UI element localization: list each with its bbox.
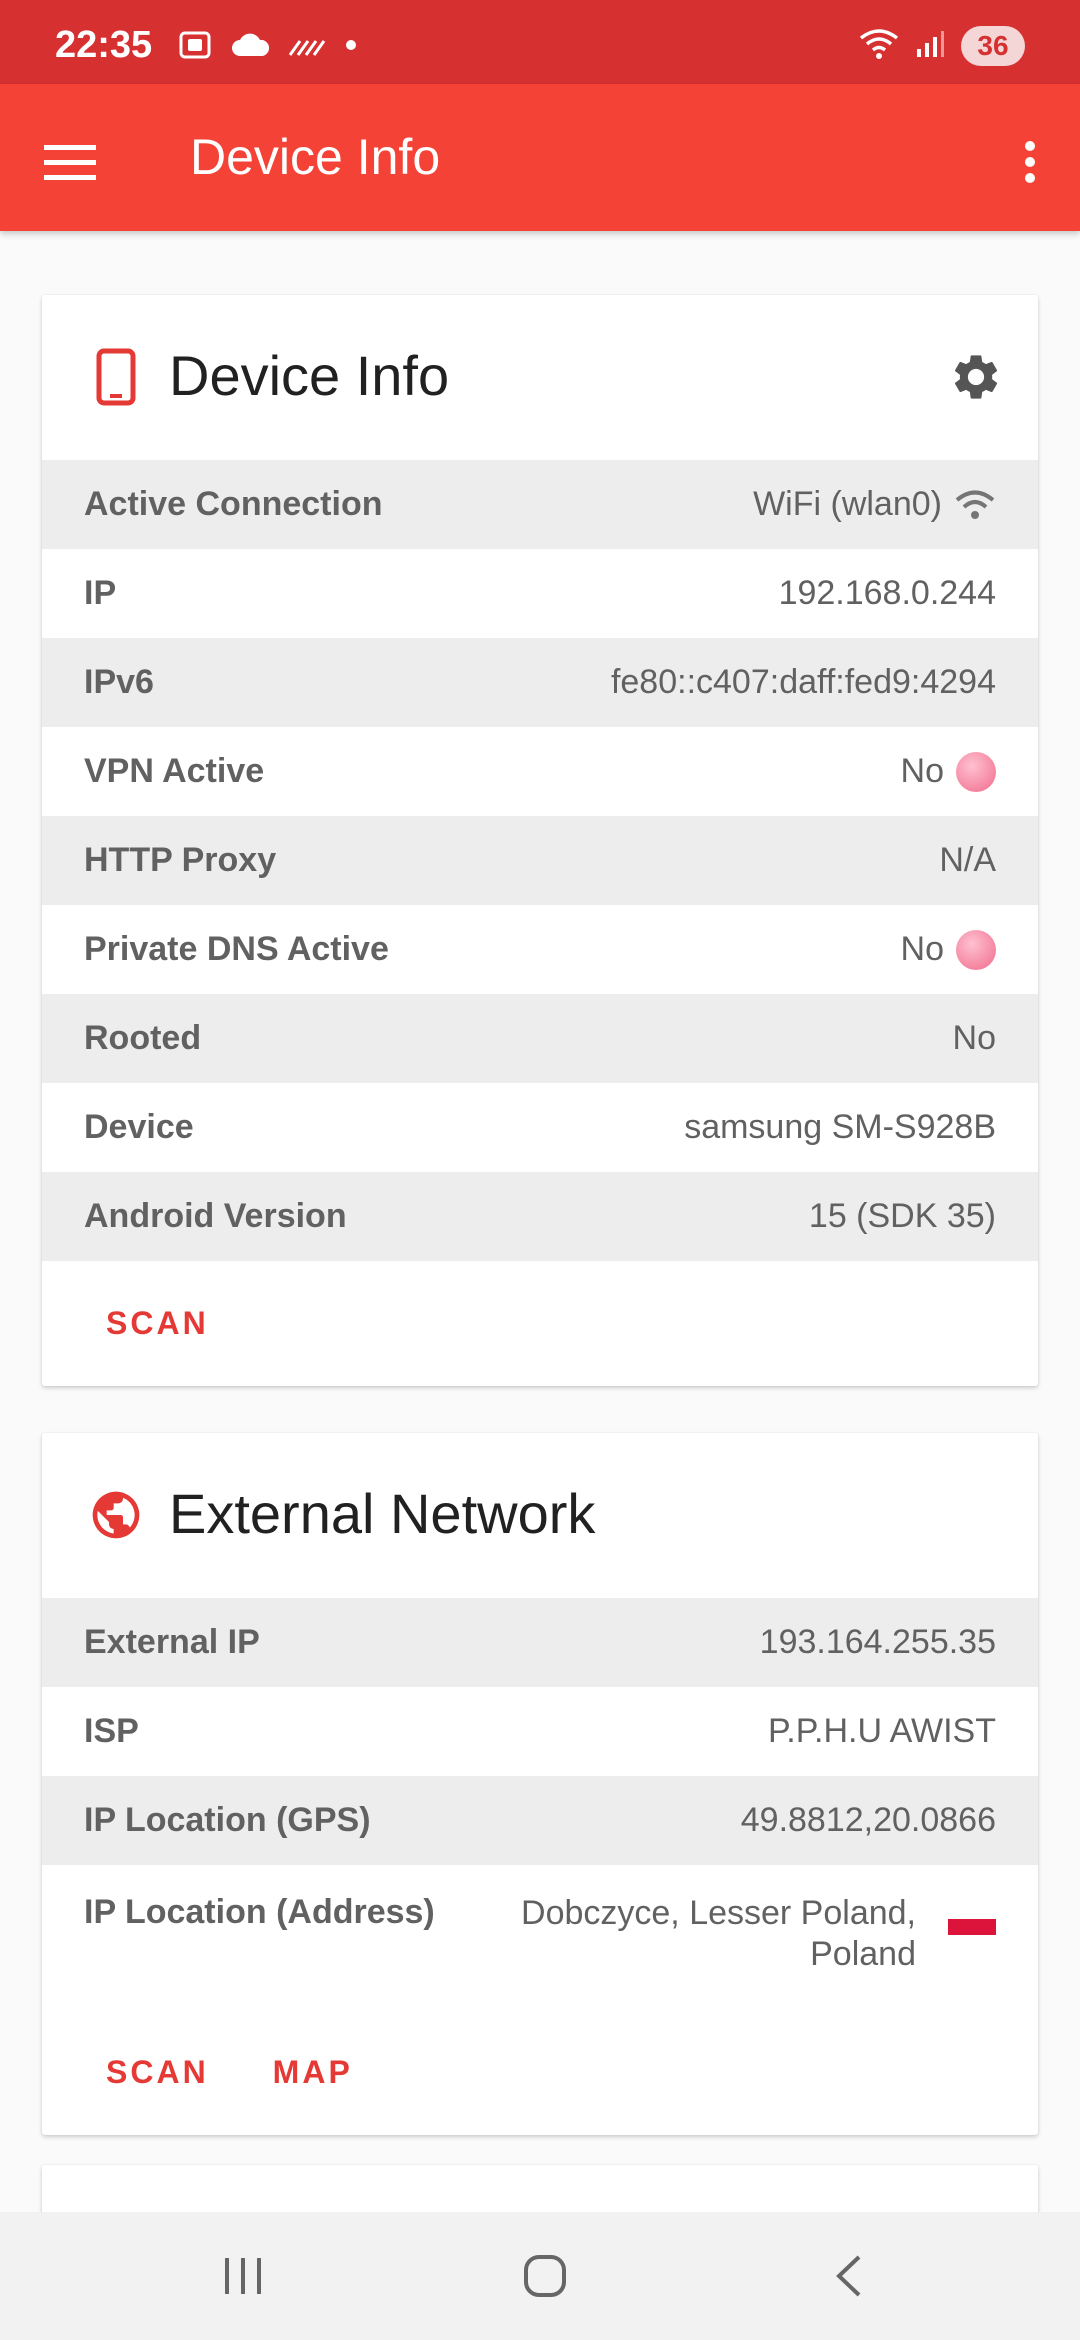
hamburger-icon (44, 145, 96, 180)
card-title: Device Info (169, 344, 450, 407)
card-actions: SCAN (42, 1261, 1038, 1386)
row-label: Private DNS Active (84, 930, 389, 968)
row-value: P.P.H.U AWIST (767, 1712, 996, 1750)
row-label: IPv6 (84, 663, 154, 701)
signal-slash-icon (288, 33, 326, 62)
row-value: Dobczyce, Lesser Poland, Poland (496, 1893, 996, 1975)
device-info-card: Device Info Active Connection WiFi (wlan… (42, 295, 1038, 1386)
screenshot-icon (178, 30, 212, 65)
row-label: VPN Active (84, 752, 265, 790)
wifi-icon (955, 490, 995, 519)
row-value-text: No (900, 930, 944, 968)
overflow-menu-button[interactable] (994, 126, 1066, 198)
scan-button[interactable]: SCAN (84, 2044, 231, 2101)
row-label: IP (84, 574, 117, 612)
row-value: 15 (SDK 35) (808, 1197, 996, 1235)
row-label: IP Location (Address) (84, 1893, 435, 1931)
more-vert-icon (1025, 141, 1035, 183)
status-bar: 22:35 36 (0, 0, 1080, 84)
dot-icon (344, 38, 358, 57)
system-nav-bar (0, 2212, 1080, 2340)
row-ip-location-gps: IP Location (GPS) 49.8812,20.0866 (42, 1776, 1038, 1865)
row-value: WiFi (wlan0) (753, 485, 996, 524)
app-bar-title: Device Info (190, 129, 441, 185)
row-value: samsung SM-S928B (684, 1108, 996, 1146)
scan-button[interactable]: SCAN (84, 1295, 231, 1352)
hamburger-menu-button[interactable] (34, 126, 106, 198)
recent-apps-icon (225, 2258, 261, 2294)
map-button[interactable]: MAP (251, 2044, 375, 2101)
back-icon (836, 2255, 861, 2297)
row-http-proxy: HTTP Proxy N/A (42, 816, 1038, 905)
smartphone-icon (86, 347, 146, 407)
battery-indicator: 36 (961, 26, 1025, 66)
cellular-signal-icon (915, 29, 945, 64)
row-value: No (900, 751, 996, 792)
row-value: No (952, 1019, 996, 1057)
row-ip-location-address: IP Location (Address) Dobczyce, Lesser P… (42, 1865, 1038, 2010)
row-ip: IP 192.168.0.244 (42, 549, 1038, 638)
row-label: External IP (84, 1623, 260, 1661)
wifi-icon (859, 28, 899, 65)
home-button[interactable] (505, 2236, 585, 2316)
status-dot-icon (956, 751, 996, 792)
poland-flag-icon (948, 1903, 996, 1935)
card-title: External Network (169, 1482, 596, 1545)
row-label: IP Location (GPS) (84, 1801, 371, 1839)
row-label: Device (84, 1108, 194, 1146)
cloud-icon (230, 32, 270, 63)
row-value-text: WiFi (wlan0) (753, 485, 942, 523)
status-icons-left (178, 30, 358, 65)
card-header: External Network (42, 1433, 1038, 1598)
row-isp: ISP P.P.H.U AWIST (42, 1687, 1038, 1776)
row-private-dns: Private DNS Active No (42, 905, 1038, 994)
row-label: HTTP Proxy (84, 841, 277, 879)
row-value: No (900, 929, 996, 970)
row-external-ip: External IP 193.164.255.35 (42, 1598, 1038, 1687)
gear-icon (955, 355, 998, 399)
row-active-connection: Active Connection WiFi (wlan0) (42, 460, 1038, 549)
row-device: Device samsung SM-S928B (42, 1083, 1038, 1172)
row-value: 193.164.255.35 (759, 1623, 996, 1661)
status-time: 22:35 (55, 24, 153, 66)
row-android-version: Android Version 15 (SDK 35) (42, 1172, 1038, 1261)
row-label: Android Version (84, 1197, 347, 1235)
status-dot-icon (956, 929, 996, 970)
row-value-text: Dobczyce, Lesser Poland, Poland (521, 1894, 916, 1973)
status-icons-right: 36 (859, 26, 1025, 66)
external-network-card: External Network External IP 193.164.255… (42, 1433, 1038, 2135)
row-label: Active Connection (84, 485, 383, 523)
row-label: Rooted (84, 1019, 202, 1057)
row-ipv6: IPv6 fe80::c407:daff:fed9:4294 (42, 638, 1038, 727)
recent-apps-button[interactable] (203, 2236, 283, 2316)
row-value: N/A (939, 841, 996, 879)
row-value: 192.168.0.244 (778, 574, 996, 612)
app-bar: Device Info (0, 84, 1080, 231)
row-value: fe80::c407:daff:fed9:4294 (610, 663, 996, 701)
card-actions: SCAN MAP (42, 2010, 1038, 2135)
globe-icon (86, 1485, 146, 1545)
row-value-text: No (900, 752, 944, 790)
row-rooted: Rooted No (42, 994, 1038, 1083)
back-button[interactable] (808, 2236, 888, 2316)
settings-button[interactable] (944, 345, 1008, 409)
card-header: Device Info (42, 295, 1038, 460)
row-label: ISP (84, 1712, 139, 1750)
home-icon (524, 2255, 566, 2297)
row-vpn-active: VPN Active No (42, 727, 1038, 816)
row-value: 49.8812,20.0866 (740, 1801, 996, 1839)
